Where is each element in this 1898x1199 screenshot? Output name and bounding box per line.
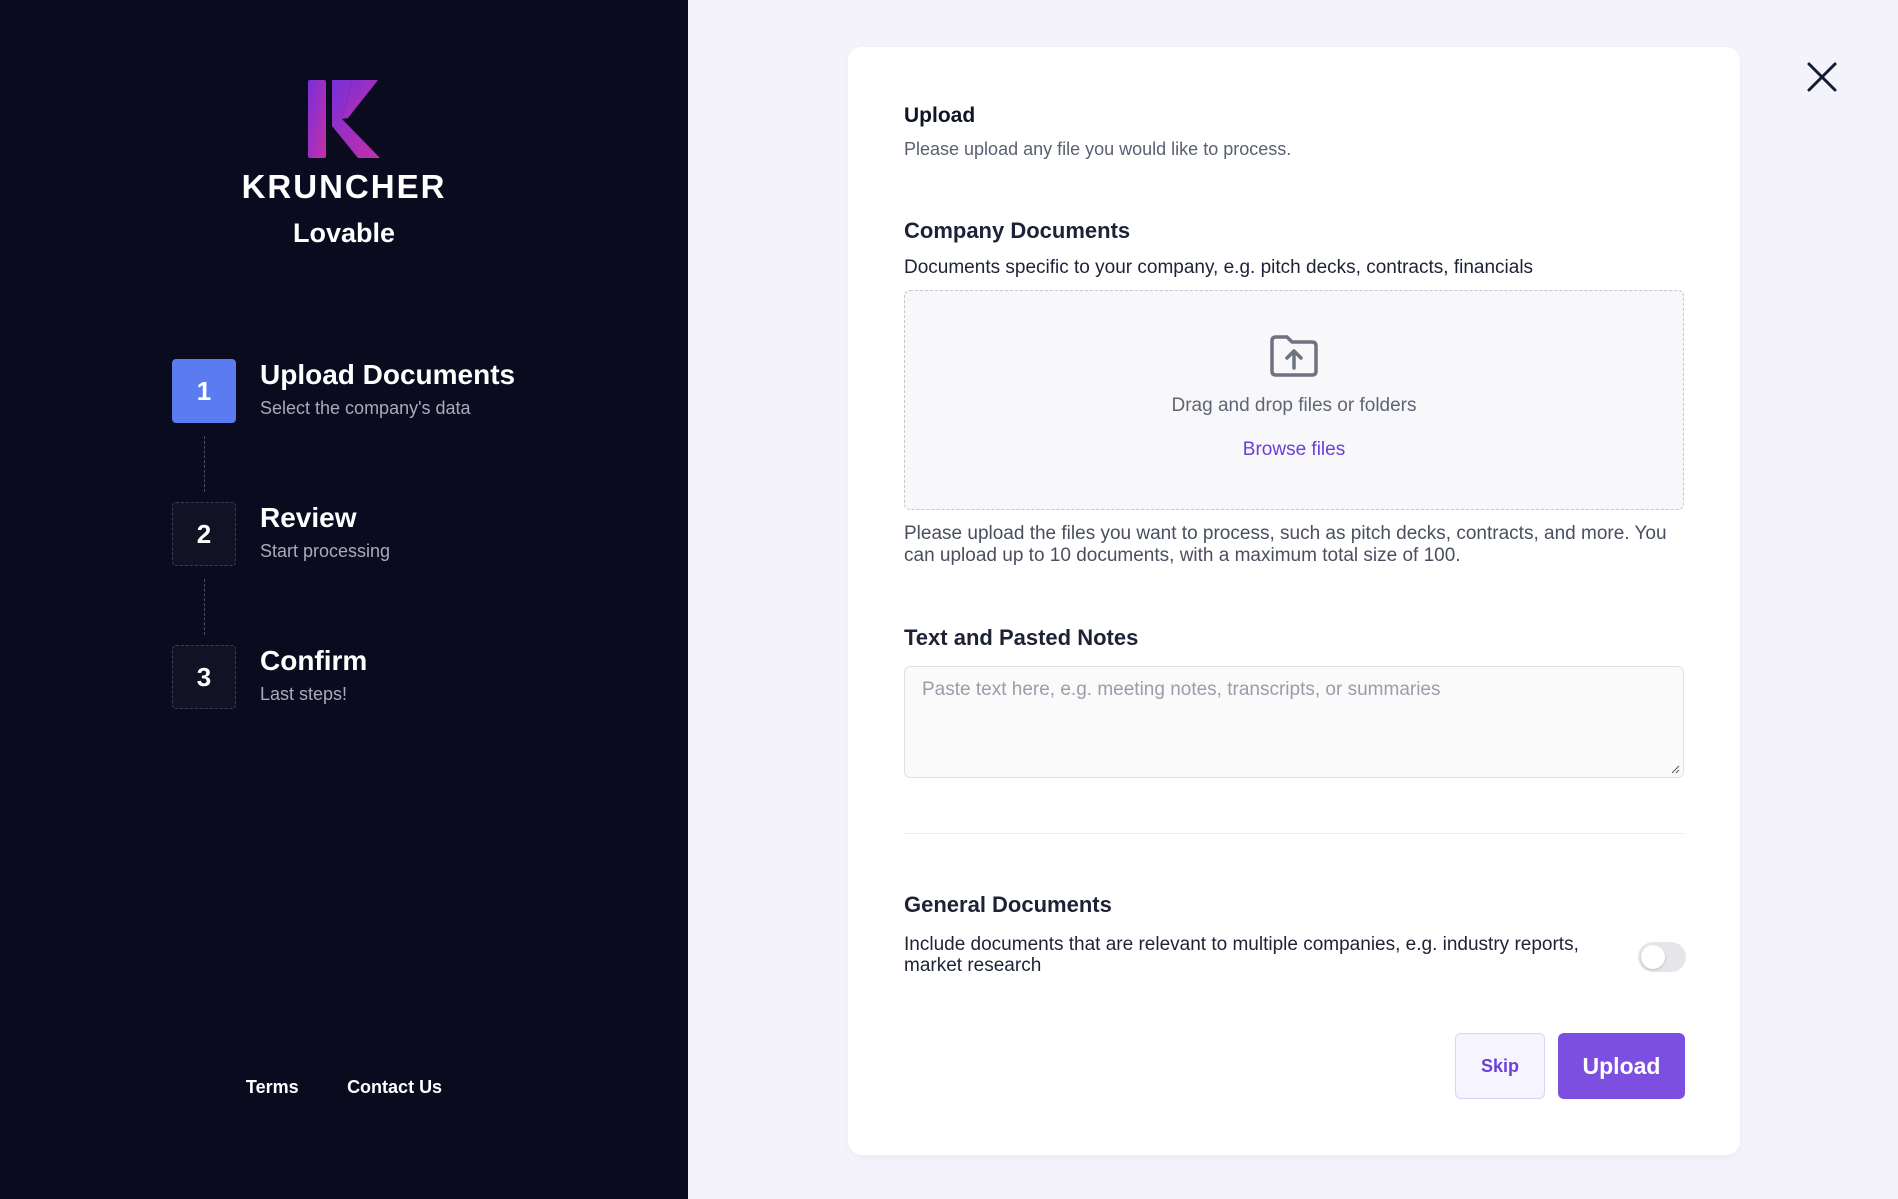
step-title: Review <box>260 502 357 533</box>
footer-links: Terms Contact Us <box>0 1077 688 1098</box>
workspace-name: Lovable <box>292 218 396 248</box>
step-upload-documents[interactable]: 1 Upload Documents Select the company's … <box>172 359 592 425</box>
toggle-knob <box>1641 945 1665 969</box>
close-icon[interactable] <box>1805 60 1839 94</box>
upload-card: Upload Please upload any file you would … <box>848 47 1740 1155</box>
general-documents-title: General Documents <box>904 892 1112 917</box>
contact-us-link[interactable]: Contact Us <box>347 1077 442 1097</box>
terms-link[interactable]: Terms <box>246 1077 299 1097</box>
company-documents-description: Documents specific to your company, e.g.… <box>904 257 1534 278</box>
step-number: 1 <box>172 359 236 423</box>
notes-textarea[interactable]: Paste text here, e.g. meeting notes, tra… <box>904 666 1684 778</box>
resize-handle-icon[interactable] <box>1670 764 1680 774</box>
sidebar: KRUNCHER Lovable 1 Upload Documents Sele… <box>0 0 688 1199</box>
step-title: Upload Documents <box>260 359 516 390</box>
skip-button[interactable]: Skip <box>1455 1033 1545 1099</box>
notes-title: Text and Pasted Notes <box>904 625 1139 650</box>
page-title: Upload <box>904 104 976 127</box>
step-connector <box>204 579 205 635</box>
file-dropzone[interactable]: Drag and drop files or folders Browse fi… <box>904 290 1684 510</box>
page-subtitle: Please upload any file you would like to… <box>904 139 1292 159</box>
section-divider <box>904 833 1684 834</box>
brand-block: KRUNCHER Lovable <box>0 80 688 249</box>
step-subtitle: Last steps! <box>260 684 348 704</box>
step-number: 2 <box>172 502 236 566</box>
step-title: Confirm <box>260 645 368 676</box>
step-review[interactable]: 2 Review Start processing <box>172 502 592 568</box>
brand-name: KRUNCHER <box>241 168 447 205</box>
upload-button[interactable]: Upload <box>1558 1033 1685 1099</box>
folder-upload-icon <box>1270 335 1318 377</box>
company-documents-title: Company Documents <box>904 218 1131 243</box>
step-subtitle: Select the company's data <box>260 398 471 418</box>
general-documents-description: Include documents that are relevant to m… <box>904 934 1579 976</box>
step-confirm[interactable]: 3 Confirm Last steps! <box>172 645 592 711</box>
notes-placeholder: Paste text here, e.g. meeting notes, tra… <box>922 679 1441 700</box>
kruncher-logo-icon <box>308 80 380 158</box>
browse-files-link[interactable]: Browse files <box>1243 439 1345 461</box>
step-subtitle: Start processing <box>260 541 391 561</box>
step-number: 3 <box>172 645 236 709</box>
general-documents-toggle[interactable] <box>1638 942 1686 972</box>
dropzone-text: Drag and drop files or folders <box>1171 395 1417 416</box>
step-connector <box>204 436 205 492</box>
upload-help-text: Please upload the files you want to proc… <box>904 523 1667 566</box>
